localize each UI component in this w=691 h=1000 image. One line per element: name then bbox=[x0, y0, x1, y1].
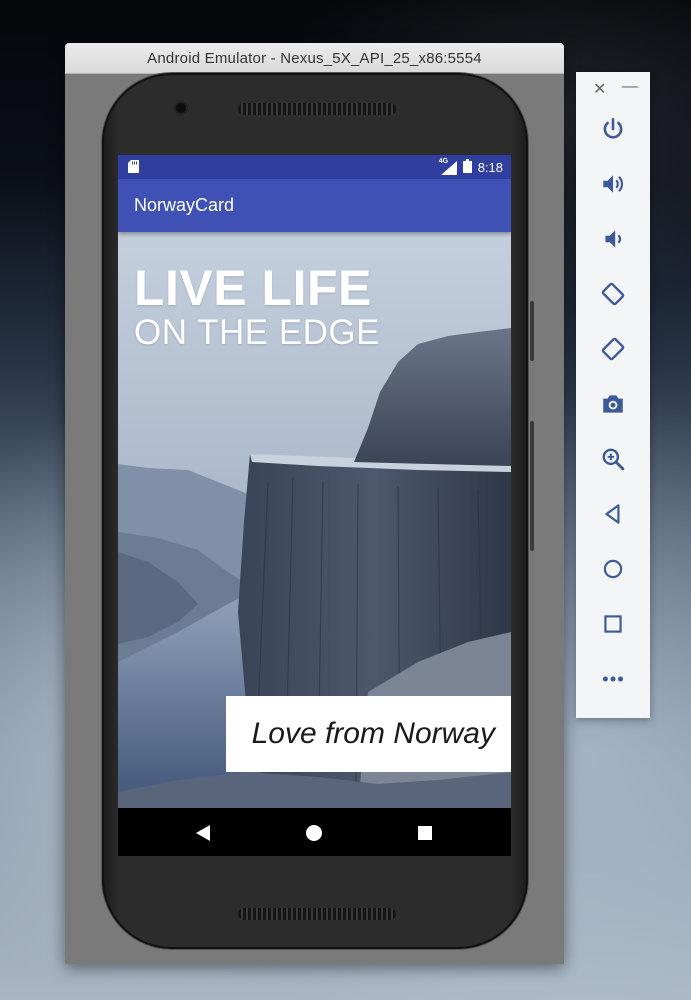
toolbar-header: ✕ — bbox=[576, 72, 650, 102]
zoom-button[interactable] bbox=[596, 442, 630, 476]
tagline-box: Love from Norway bbox=[226, 696, 511, 772]
rotate-right-button[interactable] bbox=[596, 332, 630, 366]
volume-up-button[interactable] bbox=[596, 167, 630, 201]
battery-icon bbox=[462, 159, 472, 176]
app-bar: NorwayCard bbox=[118, 179, 511, 232]
volume-down-icon bbox=[605, 230, 621, 248]
power-icon bbox=[603, 117, 623, 139]
status-bar: 4G 8:18 bbox=[118, 155, 511, 179]
tagline-text: Love from Norway bbox=[251, 717, 495, 750]
nav-home-button[interactable] bbox=[303, 822, 325, 844]
top-speaker-grille bbox=[238, 103, 396, 115]
power-button[interactable] bbox=[596, 112, 630, 146]
back-icon bbox=[196, 825, 210, 841]
camera-icon bbox=[603, 395, 623, 413]
volume-side-button[interactable] bbox=[530, 421, 534, 551]
headline-line-1: LIVE LIFE bbox=[134, 260, 372, 316]
volume-up-icon bbox=[603, 175, 623, 193]
home-icon bbox=[603, 559, 623, 579]
screenshot-button[interactable] bbox=[596, 387, 630, 421]
window-title: Android Emulator - Nexus_5X_API_25_x86:5… bbox=[65, 43, 564, 74]
overview-icon bbox=[418, 826, 432, 840]
zoom-icon bbox=[602, 448, 625, 471]
nav-back-button[interactable] bbox=[192, 822, 214, 844]
overview-button[interactable] bbox=[596, 607, 630, 641]
headline: LIVE LIFE ON THE EDGE bbox=[134, 262, 380, 352]
power-side-button[interactable] bbox=[530, 301, 534, 361]
rotate-left-icon bbox=[601, 282, 625, 306]
home-button[interactable] bbox=[596, 552, 630, 586]
more-icon bbox=[602, 676, 624, 682]
back-button[interactable] bbox=[596, 497, 630, 531]
card-content: LIVE LIFE ON THE EDGE Love from Norway bbox=[118, 232, 511, 808]
overview-icon bbox=[604, 615, 622, 633]
device-screen: 4G 8:18 NorwayCard LIVE LIFE ON THE EDGE… bbox=[118, 155, 511, 856]
signal-icon: 4G bbox=[438, 157, 457, 175]
sd-card-icon bbox=[128, 160, 139, 176]
nav-overview-button[interactable] bbox=[414, 822, 436, 844]
headline-line-2: ON THE EDGE bbox=[134, 313, 381, 352]
navigation-bar bbox=[118, 808, 511, 856]
volume-down-button[interactable] bbox=[596, 222, 630, 256]
rotate-right-icon bbox=[601, 337, 625, 361]
back-icon bbox=[605, 504, 620, 524]
minimize-icon[interactable]: — bbox=[622, 78, 638, 96]
close-icon[interactable]: ✕ bbox=[593, 79, 606, 99]
emulator-toolbar: ✕ — bbox=[576, 72, 650, 718]
home-icon bbox=[306, 825, 322, 841]
bottom-speaker-grille bbox=[238, 908, 396, 920]
rotate-left-button[interactable] bbox=[596, 277, 630, 311]
more-button[interactable] bbox=[596, 662, 630, 696]
clock: 8:18 bbox=[477, 160, 503, 175]
app-title: NorwayCard bbox=[134, 195, 235, 215]
front-camera bbox=[176, 103, 186, 113]
network-type: 4G bbox=[438, 157, 449, 165]
